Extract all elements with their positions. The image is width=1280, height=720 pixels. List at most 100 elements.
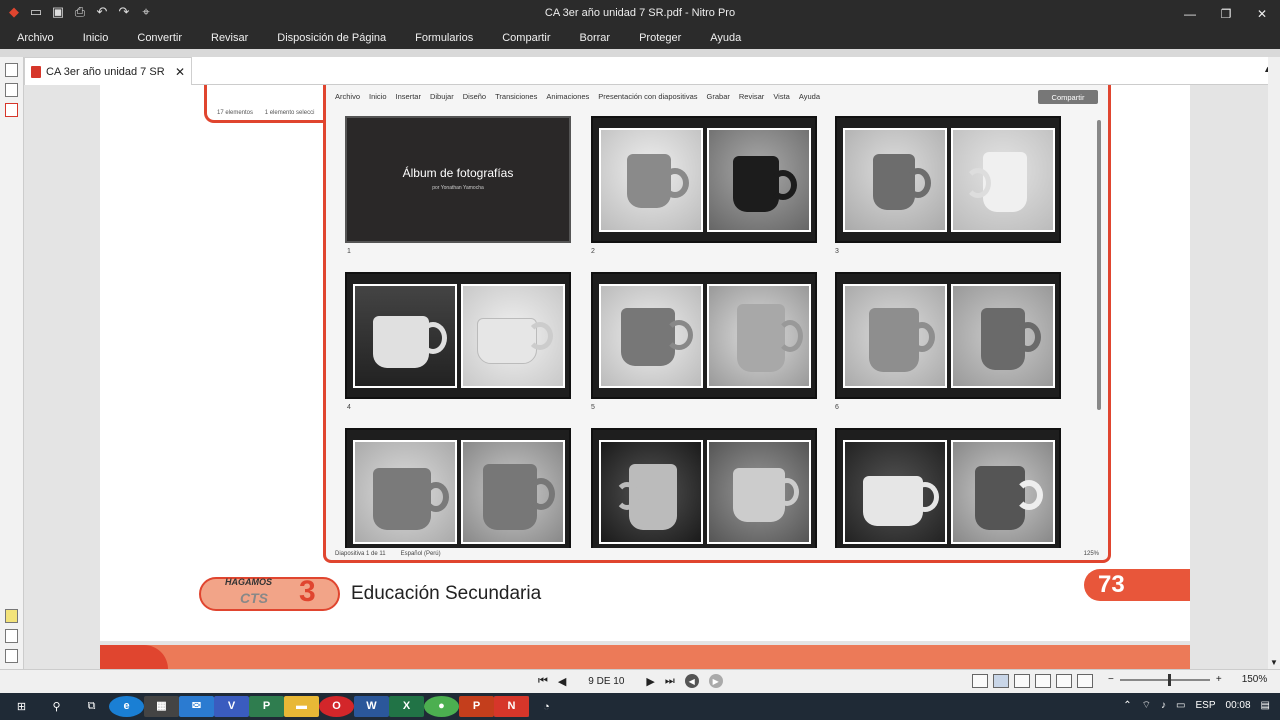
slide-thumbnail[interactable] bbox=[345, 272, 571, 399]
menu-convertir[interactable]: Convertir bbox=[137, 32, 182, 44]
menu-ayuda[interactable]: Ayuda bbox=[710, 32, 741, 44]
slide-thumbnail[interactable] bbox=[835, 428, 1061, 548]
mug-photo bbox=[353, 284, 457, 388]
notifications-icon[interactable]: ▤ bbox=[1261, 700, 1270, 711]
first-page-icon[interactable]: ⏮ bbox=[538, 675, 548, 688]
continuous-view-icon[interactable] bbox=[993, 674, 1009, 688]
pp-menu-item: Presentación con diapositivas bbox=[598, 92, 698, 101]
slide-number: 4 bbox=[347, 404, 351, 411]
excel-icon[interactable]: X bbox=[389, 696, 424, 717]
nitro-taskbar-icon[interactable]: N bbox=[494, 696, 529, 717]
project-icon[interactable]: P bbox=[249, 696, 284, 717]
bookmark-icon[interactable] bbox=[5, 103, 18, 117]
menu-borrar[interactable]: Borrar bbox=[580, 32, 611, 44]
pp-menu-item: Revisar bbox=[738, 92, 765, 101]
menu-compartir[interactable]: Compartir bbox=[502, 32, 550, 44]
fullscreen-icon[interactable] bbox=[1077, 674, 1093, 688]
last-page-icon[interactable]: ⏭ bbox=[665, 675, 675, 688]
slide-thumbnail[interactable] bbox=[835, 272, 1061, 399]
menu-archivo[interactable]: Archivo bbox=[17, 32, 54, 44]
slide-thumbnail[interactable]: Álbum de fotografías por Yonathan Yamoch… bbox=[345, 116, 571, 243]
embedded-zoom: 125% bbox=[1083, 551, 1099, 557]
document-tabstrip: CA 3er año unidad 7 SR ✕ ▲ bbox=[24, 57, 1280, 85]
close-tab-icon[interactable]: ✕ bbox=[175, 65, 185, 79]
embedded-ribbon: Archivo Inicio Insertar Dibujar Diseño T… bbox=[335, 92, 829, 101]
previous-view-icon[interactable]: ◀ bbox=[684, 674, 699, 688]
chevron-up-icon[interactable]: ⌃ bbox=[1123, 700, 1131, 711]
menu-formularios[interactable]: Formularios bbox=[415, 32, 473, 44]
pp-menu-item: Ayuda bbox=[798, 92, 820, 101]
output-icon[interactable] bbox=[5, 649, 18, 663]
zoom-slider[interactable] bbox=[1119, 673, 1210, 686]
network-icon[interactable]: ⌔ bbox=[1142, 699, 1151, 712]
slide-thumbnail[interactable] bbox=[591, 116, 817, 243]
edge-icon[interactable]: e bbox=[109, 696, 144, 717]
pp-menu-item: Grabar bbox=[706, 92, 730, 101]
slide-thumbnail[interactable] bbox=[345, 428, 571, 548]
mug-photo bbox=[461, 440, 565, 544]
ribbon-menu: Archivo Inicio Convertir Revisar Disposi… bbox=[0, 27, 1280, 49]
clock[interactable]: 00:08 bbox=[1226, 700, 1251, 711]
facing-continuous-view-icon[interactable] bbox=[1035, 674, 1051, 688]
slide-thumbnail[interactable] bbox=[591, 428, 817, 548]
file-explorer-icon[interactable]: ▬ bbox=[284, 696, 319, 717]
zoom-slider-knob[interactable] bbox=[1167, 673, 1171, 686]
zoom-in-icon[interactable]: + bbox=[1216, 674, 1222, 685]
hagamos-label: HAGAMOS bbox=[225, 577, 272, 587]
store-icon[interactable]: ▦ bbox=[144, 696, 179, 717]
volume-icon[interactable]: ♪ bbox=[1161, 700, 1166, 711]
scroll-down-icon[interactable]: ▼ bbox=[1270, 658, 1278, 667]
battery-icon[interactable]: ▭ bbox=[1176, 700, 1185, 711]
single-page-view-icon[interactable] bbox=[972, 674, 988, 688]
comments-icon[interactable] bbox=[5, 609, 18, 623]
zoom-level[interactable]: 150% bbox=[1242, 674, 1268, 685]
visio-icon[interactable]: V bbox=[214, 696, 249, 717]
input-language[interactable]: ESP bbox=[1196, 700, 1216, 711]
document-tab[interactable]: CA 3er año unidad 7 SR ✕ bbox=[24, 57, 192, 85]
task-view-icon[interactable]: ⧉ bbox=[74, 696, 109, 717]
page-number-badge: 73 bbox=[1084, 569, 1190, 601]
menu-revisar[interactable]: Revisar bbox=[211, 32, 248, 44]
facing-view-icon[interactable] bbox=[1014, 674, 1030, 688]
word-icon[interactable]: W bbox=[354, 696, 389, 717]
mug-photo bbox=[461, 284, 565, 388]
app-icon[interactable]: ◔ bbox=[529, 696, 564, 717]
page-number: 73 bbox=[1098, 571, 1125, 598]
pp-menu-item: Vista bbox=[773, 92, 790, 101]
slide-thumbnail[interactable] bbox=[835, 116, 1061, 243]
menu-proteger[interactable]: Proteger bbox=[639, 32, 681, 44]
previous-page-icon[interactable]: ◀ bbox=[558, 675, 566, 688]
document-tab-label: CA 3er año unidad 7 SR bbox=[46, 65, 165, 78]
mail-icon[interactable]: ✉ bbox=[179, 696, 214, 717]
pages-icon[interactable] bbox=[5, 63, 18, 77]
restore-button[interactable]: ❐ bbox=[1208, 0, 1244, 27]
search-panel-icon[interactable] bbox=[5, 83, 18, 97]
close-button[interactable]: ✕ bbox=[1244, 0, 1280, 27]
fit-width-icon[interactable] bbox=[1056, 674, 1072, 688]
vertical-scrollbar[interactable]: ▼ bbox=[1268, 57, 1280, 669]
next-page-icon[interactable]: ▶ bbox=[646, 675, 654, 688]
menu-disposicion[interactable]: Disposición de Página bbox=[277, 32, 386, 44]
mug-photo bbox=[951, 128, 1055, 232]
pp-menu-item: Archivo bbox=[335, 92, 361, 101]
view-modes bbox=[972, 674, 1093, 688]
mug-photo bbox=[843, 128, 947, 232]
attachments-icon[interactable] bbox=[5, 629, 18, 643]
education-label: Educación Secundaria bbox=[351, 583, 542, 604]
mug-photo bbox=[707, 128, 811, 232]
embedded-share-button: Compartir bbox=[1038, 90, 1098, 104]
page-indicator[interactable]: 9 DE 10 bbox=[576, 676, 636, 687]
mug-photo bbox=[599, 440, 703, 544]
mug-photo bbox=[843, 284, 947, 388]
menu-inicio[interactable]: Inicio bbox=[83, 32, 109, 44]
zoom-out-icon[interactable]: − bbox=[1108, 674, 1114, 685]
opera-icon[interactable]: O bbox=[319, 696, 354, 717]
start-icon[interactable]: ⊞ bbox=[4, 696, 39, 717]
next-view-icon[interactable]: ▶ bbox=[708, 674, 723, 688]
slide-number: 2 bbox=[591, 248, 595, 255]
search-icon[interactable]: ⚲ bbox=[39, 696, 74, 717]
powerpoint-icon[interactable]: P bbox=[459, 696, 494, 717]
slide-thumbnail[interactable] bbox=[591, 272, 817, 399]
chrome-icon[interactable]: ● bbox=[424, 696, 459, 717]
minimize-button[interactable]: — bbox=[1172, 0, 1208, 27]
